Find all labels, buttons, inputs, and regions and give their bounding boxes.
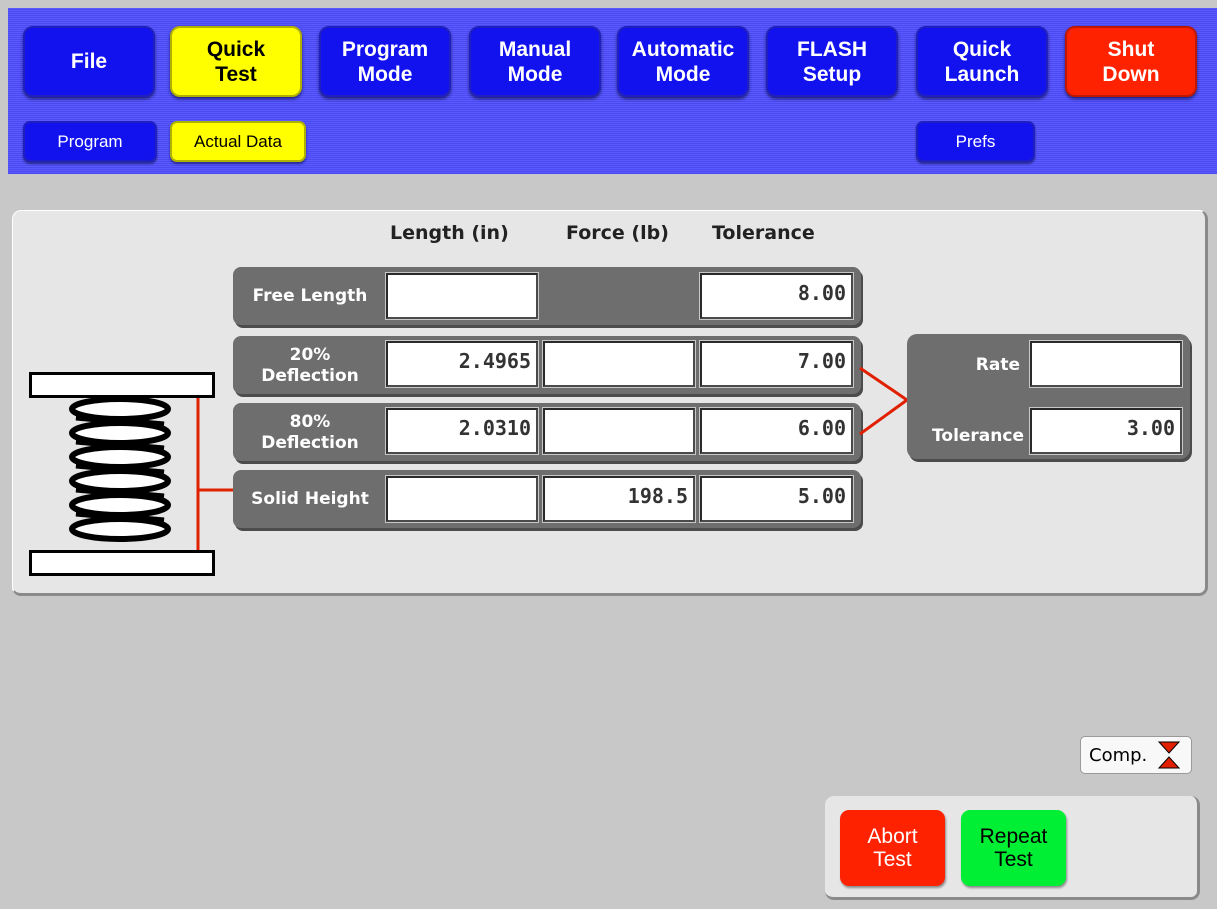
spring-coil-icon: [69, 397, 171, 542]
program-mode-button[interactable]: Program Mode: [319, 26, 451, 97]
column-header-force: Force (lb): [566, 222, 669, 244]
spring-bottom-plate: [29, 550, 215, 576]
rate-tolerance-label: Tolerance: [932, 426, 1024, 446]
free-length-tolerance-field[interactable]: 8.00: [699, 272, 854, 320]
repeat-test-button[interactable]: Repeat Test: [961, 810, 1066, 886]
quick-launch-button[interactable]: Quick Launch: [916, 26, 1048, 97]
compression-toggle-button[interactable]: Comp.: [1080, 736, 1192, 774]
rate-field[interactable]: [1029, 340, 1183, 388]
column-header-tolerance: Tolerance: [712, 222, 815, 244]
compress-arrows-icon: [1158, 741, 1181, 769]
solid-height-tolerance-field[interactable]: 5.00: [699, 475, 854, 523]
row-label-free-length: Free Length: [252, 286, 368, 306]
manual-mode-button[interactable]: Manual Mode: [469, 26, 601, 97]
quick-test-button[interactable]: Quick Test: [170, 26, 302, 97]
column-header-length: Length (in): [390, 222, 509, 244]
tab-prefs[interactable]: Prefs: [916, 121, 1035, 162]
automatic-mode-button[interactable]: Automatic Mode: [617, 26, 749, 97]
flash-setup-button[interactable]: FLASH Setup: [766, 26, 898, 97]
80-deflection-tolerance-field[interactable]: 6.00: [699, 407, 854, 455]
row-label-80-deflection: 80% Deflection: [261, 412, 359, 453]
solid-height-length-field[interactable]: [385, 475, 539, 523]
top-toolbar: File Quick Test Program Mode Manual Mode…: [8, 8, 1217, 174]
20-deflection-tolerance-field[interactable]: 7.00: [699, 340, 854, 388]
rate-label: Rate: [975, 355, 1020, 375]
80-deflection-force-field[interactable]: [542, 407, 696, 455]
free-length-length-field[interactable]: [385, 272, 539, 320]
tab-actual-data[interactable]: Actual Data: [170, 121, 306, 162]
spring-top-plate: [29, 372, 215, 398]
tab-program[interactable]: Program: [23, 121, 157, 162]
rate-tolerance-field[interactable]: 3.00: [1029, 407, 1183, 455]
20-deflection-length-field[interactable]: 2.4965: [385, 340, 539, 388]
solid-height-force-field[interactable]: 198.5: [542, 475, 696, 523]
file-button[interactable]: File: [23, 26, 155, 97]
row-label-solid-height: Solid Height: [251, 489, 369, 509]
comp-label: Comp.: [1089, 744, 1148, 766]
80-deflection-length-field[interactable]: 2.0310: [385, 407, 539, 455]
20-deflection-force-field[interactable]: [542, 340, 696, 388]
shut-down-button[interactable]: Shut Down: [1065, 26, 1197, 97]
abort-test-button[interactable]: Abort Test: [840, 810, 945, 886]
row-label-20-deflection: 20% Deflection: [261, 345, 359, 386]
